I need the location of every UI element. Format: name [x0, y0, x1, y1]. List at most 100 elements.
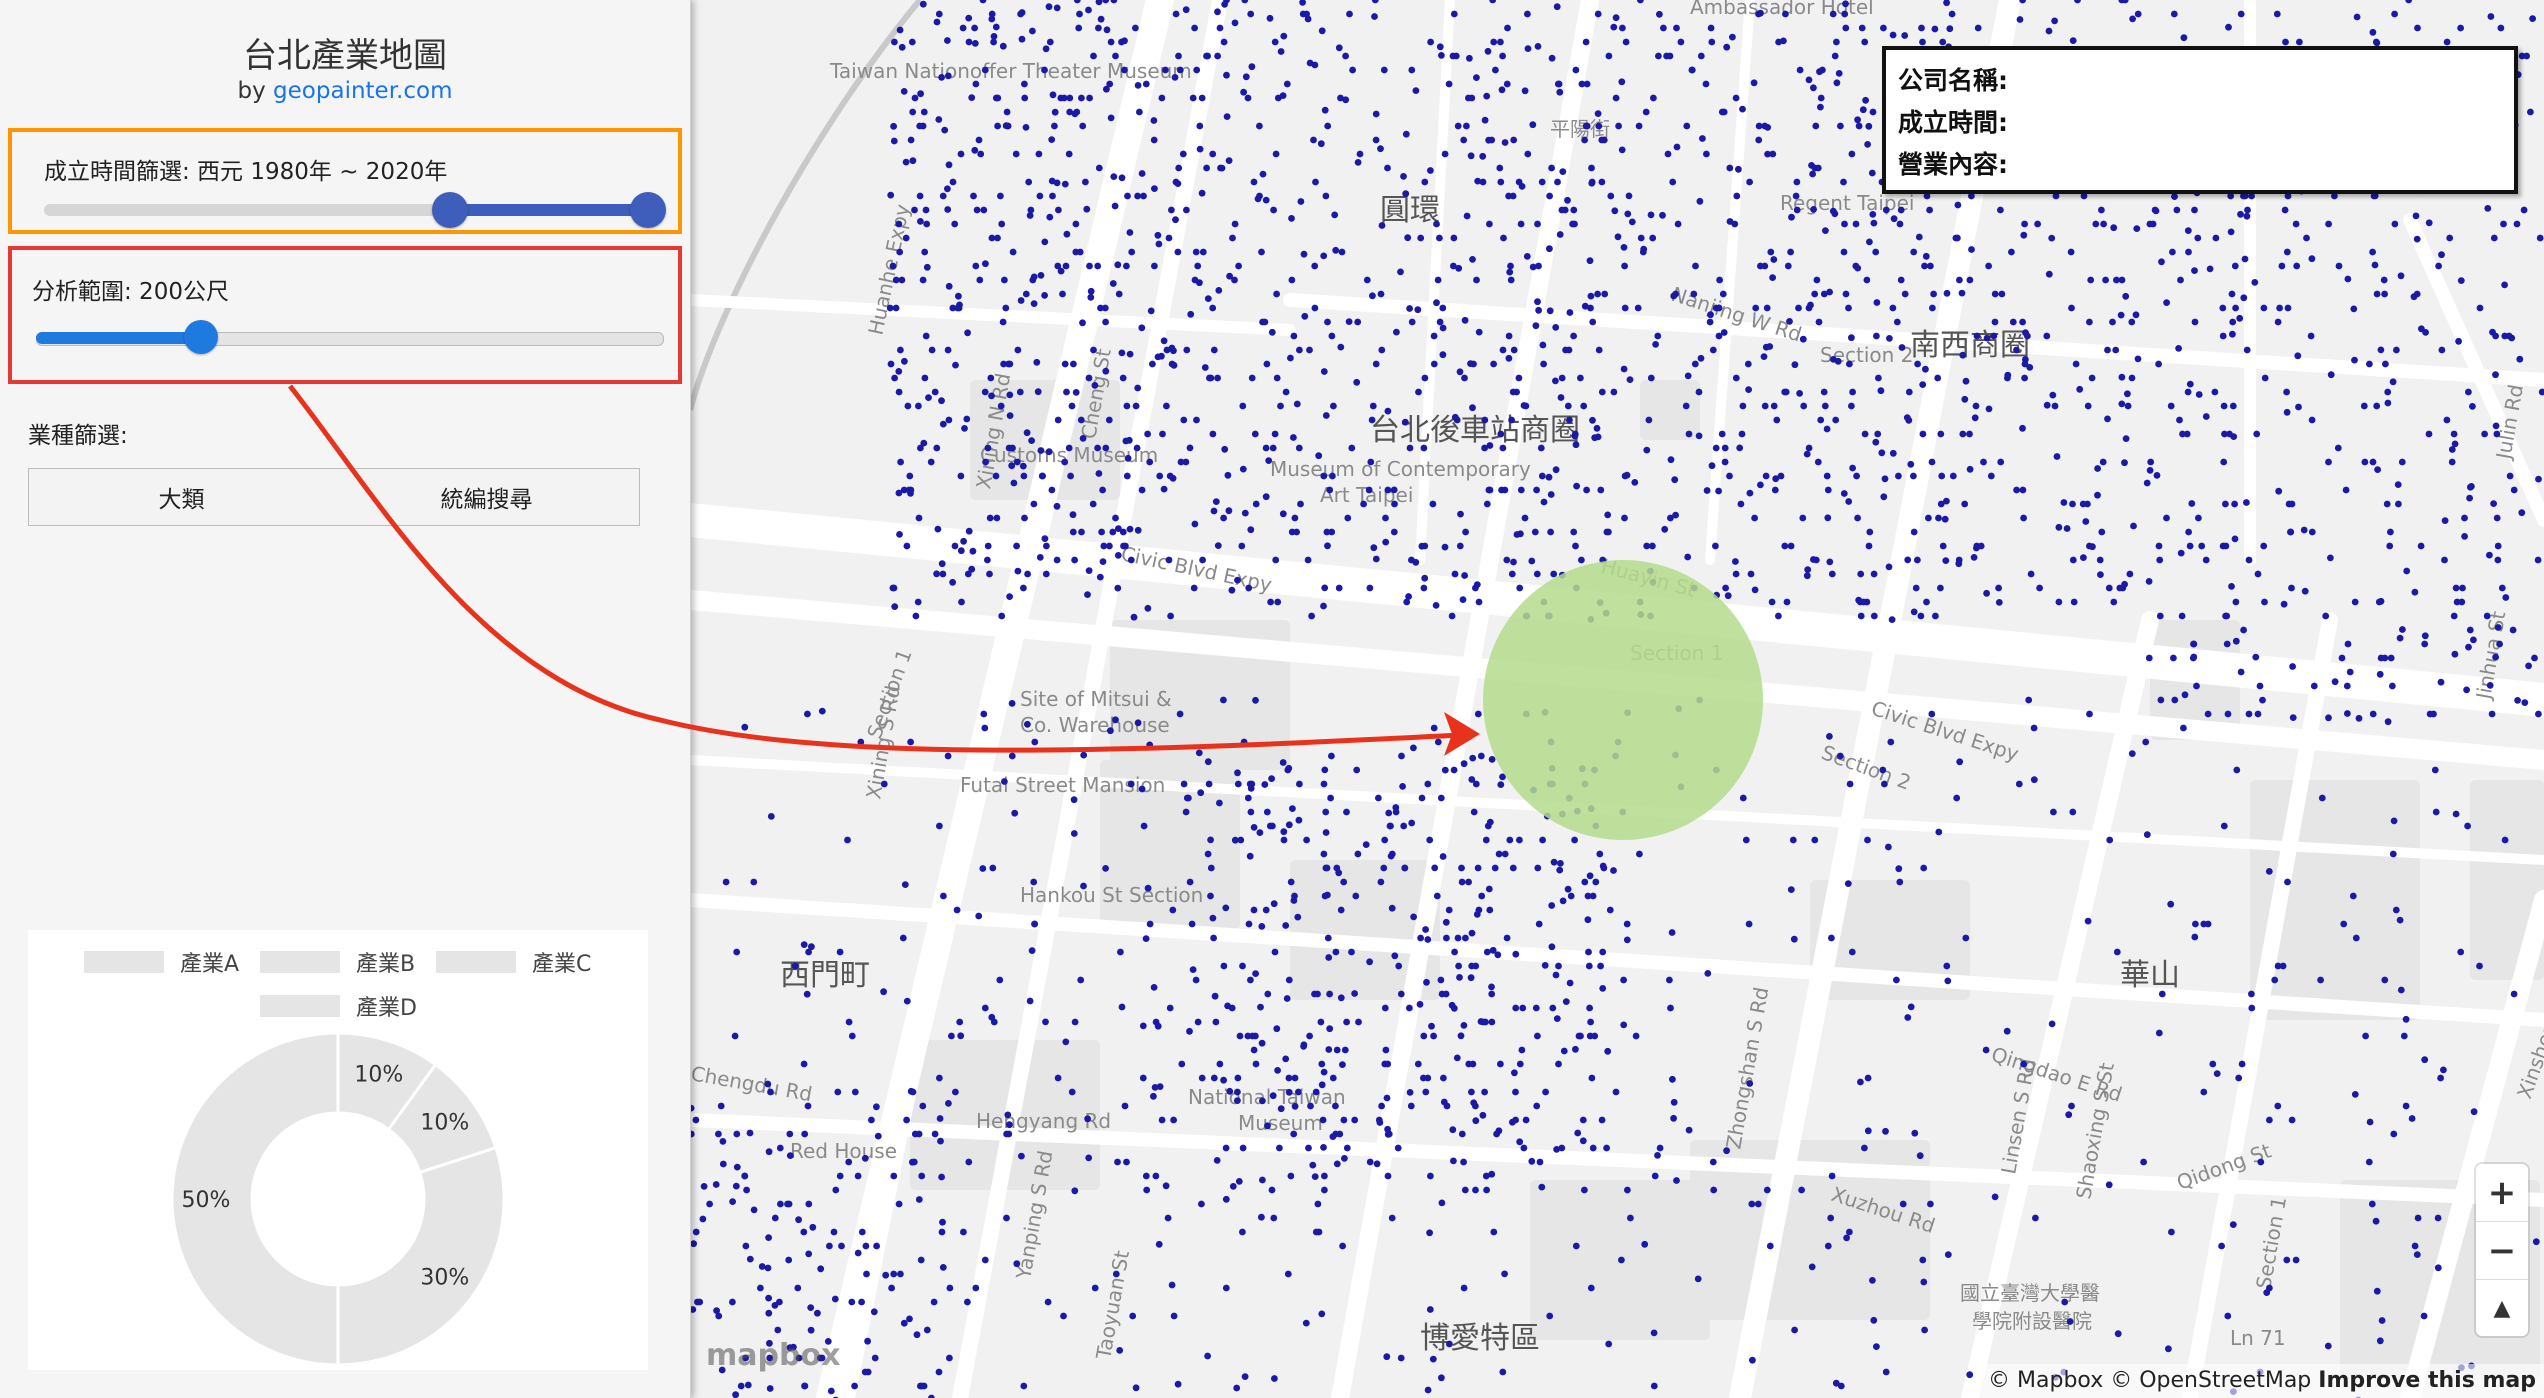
company-dot[interactable] — [1848, 402, 1855, 410]
company-dot[interactable] — [1062, 1038, 1070, 1046]
company-dot[interactable] — [1424, 1386, 1432, 1394]
company-dot[interactable] — [1158, 1116, 1166, 1124]
company-dot[interactable] — [1621, 472, 1629, 480]
company-dot[interactable] — [1829, 10, 1837, 18]
company-dot[interactable] — [1889, 449, 1897, 457]
company-dot[interactable] — [2254, 570, 2262, 578]
company-dot[interactable] — [2492, 653, 2499, 661]
company-dot[interactable] — [1927, 1200, 1934, 1208]
company-dot[interactable] — [922, 332, 930, 340]
company-dot[interactable] — [895, 368, 903, 375]
company-dot[interactable] — [851, 1088, 859, 1096]
company-dot[interactable] — [1179, 150, 1187, 158]
company-dot[interactable] — [2176, 416, 2183, 424]
company-dot[interactable] — [2351, 598, 2359, 606]
company-dot[interactable] — [1465, 878, 1472, 886]
company-dot[interactable] — [1571, 836, 1578, 844]
company-dot[interactable] — [1134, 82, 1142, 89]
company-dot[interactable] — [938, 1173, 945, 1181]
company-dot[interactable] — [1553, 1146, 1560, 1153]
company-dot[interactable] — [1282, 922, 1290, 929]
company-dot[interactable] — [1531, 528, 1539, 536]
company-dot[interactable] — [1747, 570, 1755, 578]
company-dot[interactable] — [1991, 318, 1999, 326]
company-dot[interactable] — [1402, 190, 1410, 198]
company-dot[interactable] — [1927, 262, 1934, 270]
company-dot[interactable] — [1493, 1130, 1500, 1138]
company-dot[interactable] — [1587, 292, 1595, 300]
company-dot[interactable] — [1155, 1240, 1163, 1248]
company-dot[interactable] — [2061, 1298, 2069, 1306]
company-dot[interactable] — [2191, 267, 2198, 274]
company-dot[interactable] — [1346, 10, 1353, 18]
company-dot[interactable] — [1721, 444, 1729, 452]
company-dot[interactable] — [1550, 570, 1558, 578]
company-dot[interactable] — [1974, 24, 1982, 32]
company-dot[interactable] — [2502, 594, 2510, 601]
company-dot[interactable] — [896, 531, 903, 538]
company-dot[interactable] — [1512, 1004, 1520, 1012]
company-dot[interactable] — [1474, 710, 1482, 718]
company-dot[interactable] — [1354, 318, 1362, 326]
company-dot[interactable] — [1053, 4, 1061, 12]
company-dot[interactable] — [2130, 522, 2137, 530]
company-dot[interactable] — [2527, 108, 2534, 116]
company-dot[interactable] — [2232, 637, 2240, 645]
company-dot[interactable] — [1842, 0, 1849, 8]
company-dot[interactable] — [1956, 758, 1964, 766]
company-dot[interactable] — [938, 74, 945, 81]
company-dot[interactable] — [2185, 248, 2192, 256]
company-dot[interactable] — [1594, 10, 1602, 18]
company-dot[interactable] — [765, 1234, 772, 1241]
company-dot[interactable] — [895, 388, 903, 396]
company-dot[interactable] — [791, 962, 799, 970]
company-dot[interactable] — [2080, 554, 2087, 561]
company-dot[interactable] — [1506, 268, 1514, 276]
company-dot[interactable] — [1335, 584, 1343, 592]
company-dot[interactable] — [2195, 391, 2203, 398]
company-dot[interactable] — [1268, 1186, 1276, 1194]
company-dot[interactable] — [907, 490, 914, 497]
company-dot[interactable] — [1581, 1186, 1588, 1194]
company-dot[interactable] — [851, 1382, 858, 1390]
company-dot[interactable] — [1139, 1074, 1147, 1082]
company-dot[interactable] — [2425, 219, 2433, 227]
company-dot[interactable] — [1815, 318, 1823, 326]
company-dot[interactable] — [2469, 403, 2476, 410]
company-dot[interactable] — [965, 14, 973, 22]
company-dot[interactable] — [2175, 345, 2182, 352]
company-dot[interactable] — [699, 1215, 707, 1223]
company-dot[interactable] — [1156, 472, 1164, 480]
company-dot[interactable] — [1545, 473, 1553, 481]
company-dot[interactable] — [2452, 810, 2460, 818]
company-dot[interactable] — [891, 603, 899, 610]
company-dot[interactable] — [1864, 836, 1871, 844]
company-dot[interactable] — [1803, 572, 1811, 580]
company-dot[interactable] — [1028, 947, 1036, 954]
company-dot[interactable] — [1100, 542, 1108, 550]
company-dot[interactable] — [2110, 598, 2118, 606]
company-dot[interactable] — [1859, 106, 1867, 114]
company-dot[interactable] — [1935, 514, 1942, 522]
company-dot[interactable] — [1098, 528, 1105, 536]
company-dot[interactable] — [2109, 318, 2116, 326]
company-dot[interactable] — [2158, 990, 2166, 998]
company-dot[interactable] — [1857, 570, 1865, 578]
company-dot[interactable] — [1323, 528, 1331, 536]
company-dot[interactable] — [1250, 178, 1258, 186]
company-dot[interactable] — [2391, 10, 2398, 18]
company-dot[interactable] — [982, 458, 989, 466]
company-dot[interactable] — [1650, 1382, 1658, 1390]
company-dot[interactable] — [2177, 276, 2184, 284]
company-dot[interactable] — [1085, 1154, 1093, 1162]
company-dot[interactable] — [1039, 472, 1046, 480]
company-dot[interactable] — [1594, 110, 1602, 117]
company-dot[interactable] — [1287, 1172, 1295, 1180]
company-dot[interactable] — [1492, 66, 1499, 74]
company-dot[interactable] — [1450, 10, 1458, 18]
company-dot[interactable] — [2106, 836, 2114, 844]
company-dot[interactable] — [1670, 292, 1678, 300]
company-dot[interactable] — [1158, 352, 1165, 360]
company-dot[interactable] — [1538, 1183, 1546, 1191]
company-dot[interactable] — [1424, 1074, 1432, 1082]
